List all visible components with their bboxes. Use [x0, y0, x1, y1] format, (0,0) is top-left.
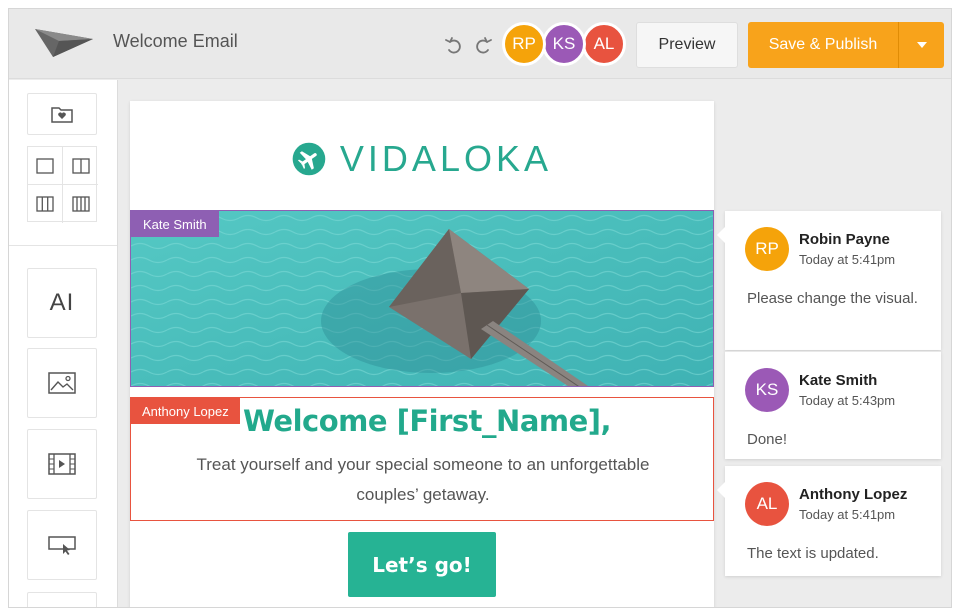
- collaborator-avatar[interactable]: KS: [542, 22, 586, 66]
- save-publish-button[interactable]: Save & Publish: [748, 22, 898, 68]
- redo-icon[interactable]: [473, 36, 493, 56]
- collaborator-avatar[interactable]: AL: [582, 22, 626, 66]
- two-column-layout[interactable]: [63, 147, 98, 185]
- button-icon: [48, 536, 76, 555]
- welcome-body-text: Treat yourself and your special someone …: [196, 455, 650, 504]
- button-block-tool[interactable]: [27, 510, 97, 580]
- editor-tag-kate: Kate Smith: [131, 211, 219, 237]
- text-tool-icon: AI: [49, 289, 75, 316]
- comment-card[interactable]: RP Robin Payne Today at 5:41pm Please ch…: [717, 211, 941, 350]
- two-column-layout-icon: [71, 157, 90, 174]
- saved-blocks-button[interactable]: [27, 93, 97, 135]
- sidebar-divider: [9, 245, 117, 246]
- top-bar: Welcome Email RP KS AL Preview Save & Pu…: [9, 9, 951, 79]
- comment-time: Today at 5:41pm: [799, 252, 896, 267]
- one-column-layout-icon: [36, 157, 54, 174]
- airplane-logo-icon: [292, 142, 326, 176]
- avatar: RP: [745, 227, 789, 271]
- collaborator-avatar[interactable]: RP: [502, 22, 546, 66]
- comment-card[interactable]: KS Kate Smith Today at 5:43pm Done!: [725, 351, 941, 459]
- text-content-block[interactable]: Welcome [First_Name], Treat yourself and…: [130, 397, 714, 521]
- document-title: Welcome Email: [113, 31, 238, 51]
- comment-text: The text is updated.: [747, 545, 879, 562]
- comment-time: Today at 5:43pm: [799, 393, 896, 408]
- image-block-tool[interactable]: [27, 348, 97, 418]
- comment-time: Today at 5:41pm: [799, 507, 896, 522]
- comment-text: Please change the visual.: [747, 290, 918, 307]
- four-column-layout[interactable]: [63, 185, 98, 223]
- image-icon: [48, 372, 76, 394]
- editor-tag-anthony: Anthony Lopez: [131, 398, 240, 424]
- comment-author: Kate Smith: [799, 372, 878, 389]
- video-block-tool[interactable]: [27, 429, 97, 499]
- avatar: AL: [745, 482, 789, 526]
- text-block-tool[interactable]: AI: [27, 268, 97, 338]
- comment-text: Done!: [747, 431, 788, 448]
- folder-heart-icon: [51, 107, 73, 123]
- video-icon: [48, 453, 76, 475]
- preview-button[interactable]: Preview: [636, 22, 738, 68]
- brand-logo: VIDALOKA: [292, 132, 552, 186]
- tool-sidebar: AI: [9, 80, 118, 607]
- comment-author: Anthony Lopez: [799, 486, 908, 503]
- four-column-layout-icon: [71, 196, 90, 212]
- more-tools-tile[interactable]: [27, 592, 97, 607]
- chevron-down-icon: [916, 42, 927, 48]
- hero-image-block[interactable]: Kate Smith: [130, 210, 714, 387]
- layout-picker: [27, 146, 98, 223]
- one-column-layout[interactable]: [28, 147, 63, 185]
- publish-options-button[interactable]: [898, 22, 944, 68]
- avatar: KS: [745, 368, 789, 412]
- brand-wordmark: VIDALOKA: [339, 138, 552, 179]
- undo-icon[interactable]: [444, 36, 464, 56]
- comment-author: Robin Payne: [799, 231, 890, 248]
- comment-card[interactable]: AL Anthony Lopez Today at 5:41pm The tex…: [717, 466, 941, 576]
- hero-image: [131, 211, 713, 386]
- cta-button[interactable]: Let’s go!: [348, 532, 496, 597]
- paper-plane-logo-icon[interactable]: [35, 27, 93, 59]
- three-column-layout-icon: [36, 196, 54, 212]
- editor-canvas: VIDALOKA Kate Smith Welcome [First_Name]…: [119, 80, 951, 607]
- email-preview: VIDALOKA Kate Smith Welcome [First_Name]…: [130, 101, 714, 607]
- three-column-layout[interactable]: [28, 185, 63, 223]
- app-window: Welcome Email RP KS AL Preview Save & Pu…: [8, 8, 952, 608]
